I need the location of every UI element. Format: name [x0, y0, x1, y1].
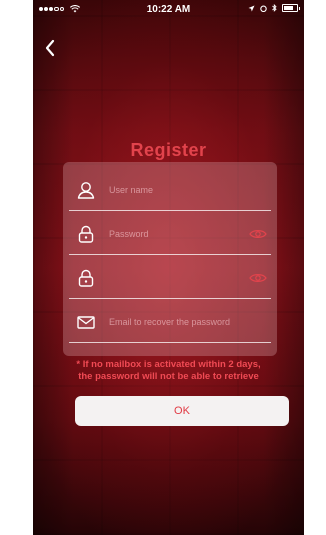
back-button[interactable]	[39, 36, 63, 60]
email-field	[69, 302, 271, 343]
user-icon	[77, 182, 95, 199]
location-icon	[248, 5, 255, 11]
eye-icon[interactable]	[249, 228, 267, 240]
eye-icon[interactable]	[249, 272, 267, 284]
mail-icon	[77, 316, 95, 329]
status-icons	[248, 4, 300, 12]
bluetooth-icon	[272, 4, 277, 12]
username-field	[69, 170, 271, 211]
alarm-icon	[260, 5, 267, 12]
lock-icon	[78, 269, 94, 287]
app-screen: 10:22 AM Register User name Email to rec…	[33, 0, 304, 535]
chevron-left-icon	[45, 39, 55, 57]
page-title: Register	[130, 140, 207, 160]
notice-line-1: * If no mailbox is activated within 2 da…	[76, 359, 261, 370]
status-bar: 10:22 AM	[33, 0, 304, 20]
lock-icon	[78, 225, 94, 243]
email-input[interactable]	[107, 316, 271, 328]
username-input[interactable]	[107, 184, 271, 196]
battery-icon	[282, 4, 300, 12]
confirm-password-input[interactable]	[107, 272, 249, 284]
ok-button[interactable]: OK	[75, 396, 289, 426]
notice-line-2: the password will not be able to retriev…	[78, 371, 259, 382]
password-input[interactable]	[107, 228, 249, 240]
register-form	[63, 162, 277, 356]
confirm-password-field	[69, 258, 271, 299]
password-field	[69, 214, 271, 255]
mailbox-notice: * If no mailbox is activated within 2 da…	[33, 359, 304, 383]
